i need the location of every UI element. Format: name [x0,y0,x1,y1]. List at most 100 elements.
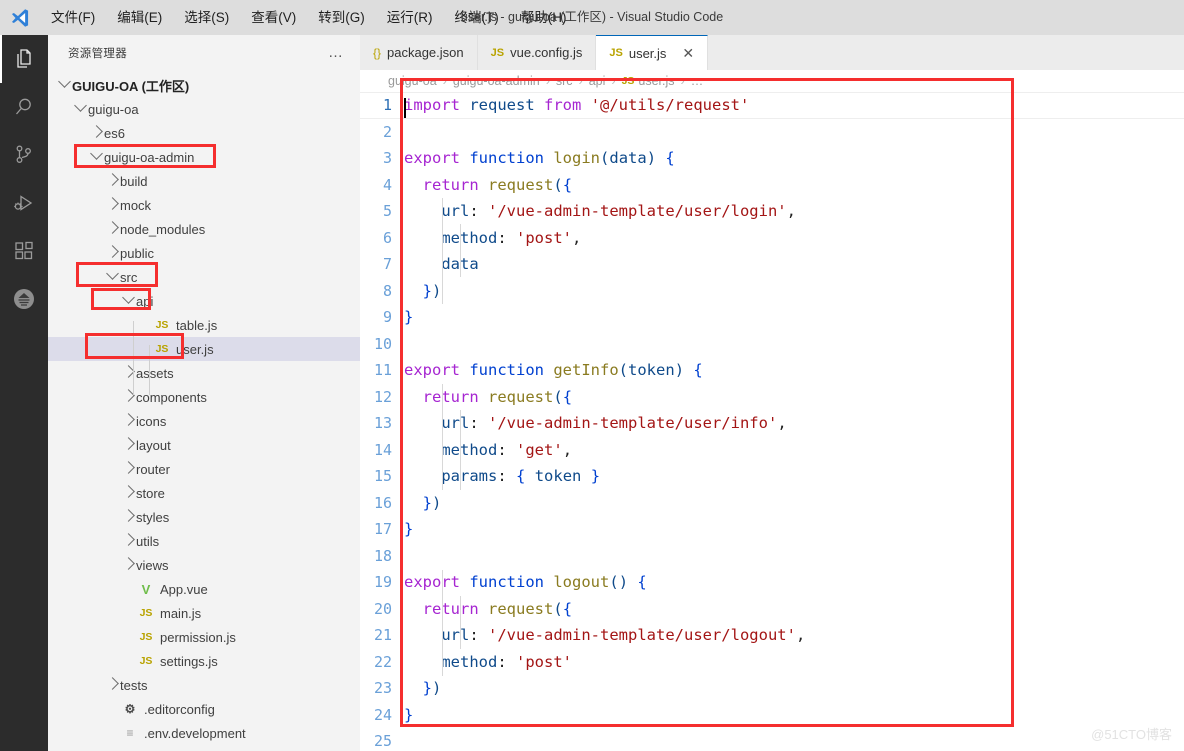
tab-user-js[interactable]: JS user.js ✕ [596,35,709,70]
code-line[interactable]: 10 [360,331,1184,358]
explorer-more-actions-icon[interactable]: … [328,45,344,60]
code-line[interactable]: 12 return request({ [360,384,1184,411]
tree-item-public[interactable]: public [48,241,360,265]
code-line[interactable]: 24} [360,702,1184,729]
tree-item-layout[interactable]: layout [48,433,360,457]
activity-run-debug[interactable] [0,179,48,227]
code-line-text[interactable]: export function getInfo(token) { [404,361,1184,379]
activity-account-badge[interactable] [0,275,48,323]
tree-item-table-js[interactable]: JS table.js [48,313,360,337]
tree-item-guigu-oa-[interactable]: GUIGU-OA (工作区) [48,73,360,97]
editor-vertical-scrollbar[interactable] [1170,92,1184,751]
tree-item-settings-js[interactable]: JS settings.js [48,649,360,673]
code-line-text[interactable]: method: 'post' [404,653,1184,671]
tree-item--env-development[interactable]: ≡ .env.development [48,721,360,745]
tree-item-build[interactable]: build [48,169,360,193]
activity-explorer[interactable] [0,35,48,83]
code-line[interactable]: 7 data [360,251,1184,278]
code-line-text[interactable]: } [404,308,1184,326]
tree-item-node-modules[interactable]: node_modules [48,217,360,241]
code-line[interactable]: 4 return request({ [360,172,1184,199]
activity-extensions[interactable] [0,227,48,275]
code-line[interactable]: 9} [360,304,1184,331]
code-line-text[interactable]: } [404,520,1184,538]
tab-package-json[interactable]: {} package.json [360,35,478,70]
tree-item-assets[interactable]: assets [48,361,360,385]
menu-view[interactable]: 查看(V) [240,6,307,30]
menu-terminal[interactable]: 终端(T) [444,6,510,30]
code-line[interactable]: 5 url: '/vue-admin-template/user/login', [360,198,1184,225]
code-line[interactable]: 20 return request({ [360,596,1184,623]
tree-item-permission-js[interactable]: JS permission.js [48,625,360,649]
code-line-text[interactable]: data [404,255,1184,273]
tree-item-user-js[interactable]: JS user.js [48,337,360,361]
tree-item-router[interactable]: router [48,457,360,481]
tree-item-guigu-oa[interactable]: guigu-oa [48,97,360,121]
tree-item-src[interactable]: src [48,265,360,289]
code-line[interactable]: 21 url: '/vue-admin-template/user/logout… [360,622,1184,649]
tree-item-icons[interactable]: icons [48,409,360,433]
code-line[interactable]: 8 }) [360,278,1184,305]
close-icon[interactable]: ✕ [682,46,694,60]
code-line[interactable]: 18 [360,543,1184,570]
code-line[interactable]: 16 }) [360,490,1184,517]
breadcrumb-item-2[interactable]: src [556,74,573,88]
tree-item--env-production[interactable]: ≡.env.production [48,745,360,751]
breadcrumb-item-0[interactable]: guigu-oa [388,74,437,88]
code-line-text[interactable]: }) [404,494,1184,512]
code-line-text[interactable]: import request from '@/utils/request' [404,96,1184,119]
file-tree[interactable]: GUIGU-OA (工作区) guigu-oa es6 guigu-oa-admin b… [48,70,360,751]
breadcrumb[interactable]: guigu-oa › guigu-oa-admin › src › api › … [360,70,1184,92]
code-line[interactable]: 25 [360,728,1184,751]
breadcrumb-item-3[interactable]: api [589,74,606,88]
code-line-text[interactable]: }) [404,282,1184,300]
code-line[interactable]: 3 export function login(data) { [360,145,1184,172]
code-line[interactable]: 6 method: 'post', [360,225,1184,252]
code-line-text[interactable]: return request({ [404,600,1184,618]
code-line-text[interactable]: method: 'get', [404,441,1184,459]
tree-item-store[interactable]: store [48,481,360,505]
code-line[interactable]: 15 params: { token } [360,463,1184,490]
breadcrumb-file[interactable]: user.js [638,74,674,88]
code-editor[interactable]: 1 import request from '@/utils/request' 2 3… [360,92,1184,751]
tree-item-main-js[interactable]: JS main.js [48,601,360,625]
editor-tab-bar[interactable]: {} package.json JS vue.config.js JS user.js ✕ [360,35,1184,70]
tree-item--editorconfig[interactable]: ⚙ .editorconfig [48,697,360,721]
code-line-text[interactable]: return request({ [404,176,1184,194]
menu-select[interactable]: 选择(S) [173,6,240,30]
code-line-text[interactable]: }) [404,679,1184,697]
code-line[interactable]: 11 export function getInfo(token) { [360,357,1184,384]
code-line-text[interactable]: export function login(data) { [404,149,1184,167]
tree-item-components[interactable]: components [48,385,360,409]
code-line-text[interactable]: } [404,706,1184,724]
tree-item-tests[interactable]: tests [48,673,360,697]
code-line[interactable]: 17} [360,516,1184,543]
breadcrumb-item-1[interactable]: guigu-oa-admin [453,74,540,88]
code-line[interactable]: 19 export function logout() { [360,569,1184,596]
code-line[interactable]: 22 method: 'post' [360,649,1184,676]
tree-item-utils[interactable]: utils [48,529,360,553]
menu-go[interactable]: 转到(G) [307,6,376,30]
menu-bar[interactable]: 文件(F) 编辑(E) 选择(S) 查看(V) 转到(G) 运行(R) 终端(T… [40,0,578,35]
code-line-text[interactable]: method: 'post', [404,229,1184,247]
tree-item-es6[interactable]: es6 [48,121,360,145]
code-line[interactable]: 13 url: '/vue-admin-template/user/info', [360,410,1184,437]
code-line[interactable]: 23 }) [360,675,1184,702]
menu-run[interactable]: 运行(R) [376,6,444,30]
code-line[interactable]: 2 [360,119,1184,146]
breadcrumb-overflow[interactable]: … [691,74,704,88]
tree-item-app-vue[interactable]: V App.vue [48,577,360,601]
tree-item-api[interactable]: api [48,289,360,313]
menu-edit[interactable]: 编辑(E) [106,6,173,30]
code-line-text[interactable]: params: { token } [404,467,1184,485]
code-line-text[interactable]: return request({ [404,388,1184,406]
code-line-text[interactable]: url: '/vue-admin-template/user/login', [404,202,1184,220]
activity-source-control[interactable] [0,131,48,179]
menu-help[interactable]: 帮助(H) [510,6,578,30]
tree-item-views[interactable]: views [48,553,360,577]
tree-item-mock[interactable]: mock [48,193,360,217]
activity-search[interactable] [0,83,48,131]
code-line[interactable]: 14 method: 'get', [360,437,1184,464]
code-line[interactable]: 1 import request from '@/utils/request' [360,92,1184,119]
tree-item-styles[interactable]: styles [48,505,360,529]
